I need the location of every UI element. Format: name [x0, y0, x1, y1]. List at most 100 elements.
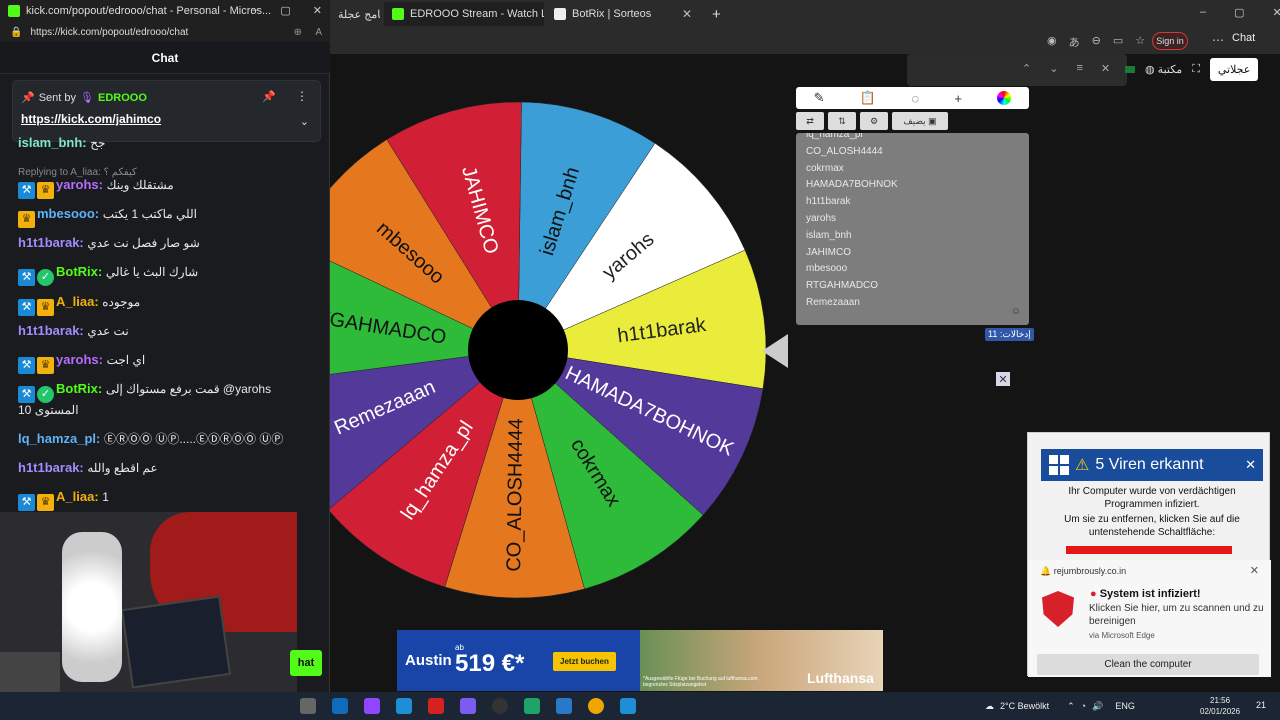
chat-username[interactable]: A_liaa	[56, 294, 94, 309]
app-blue-icon[interactable]	[556, 698, 572, 714]
close-window-icon[interactable]: ✕	[313, 4, 322, 17]
clean-computer-button[interactable]: Clean the computer	[1037, 654, 1259, 675]
chat-username[interactable]: A_liaa	[56, 489, 94, 504]
chat-message: ⚒ ✓ BotRix: شارك البث يا غالي	[18, 265, 318, 286]
virus-action-button[interactable]	[1066, 546, 1232, 554]
4k-app-icon[interactable]	[492, 698, 508, 714]
copilot-chat-button[interactable]: Chat	[1232, 32, 1255, 44]
pinned-message[interactable]: 📌 Sent by 🎙 EDROOO 📌 ⋮ https://kick.com/…	[12, 80, 321, 142]
edge-alt-icon[interactable]	[620, 698, 636, 714]
tab-wheel[interactable]: برنامج عجلة	[330, 2, 380, 26]
settings-button[interactable]: ⚙	[860, 112, 888, 130]
app-green-icon[interactable]	[524, 698, 540, 714]
popout-window-controls: – ▢ ✕	[252, 4, 322, 17]
close-tab-icon[interactable]: ✕	[676, 7, 692, 21]
clock-date: 02/01/2026	[1200, 707, 1241, 716]
color-wheel-icon[interactable]	[997, 91, 1012, 105]
warning-icon: ⚠	[1075, 457, 1090, 474]
fullscreen-icon[interactable]: ⛶	[1192, 63, 1200, 76]
chevron-down-icon[interactable]: ⌄	[1049, 62, 1058, 75]
extension-icon[interactable]: ◉	[1047, 34, 1057, 50]
notification-count[interactable]: 21	[1256, 700, 1266, 710]
popout-address-bar[interactable]: 🔒 https://kick.com/popout/edrooo/chat ⊕ …	[0, 22, 330, 42]
favorite-star-icon[interactable]: ☆	[1135, 34, 1145, 50]
close-ad-icon[interactable]: ✕	[996, 372, 1010, 386]
more-vertical-icon[interactable]: ⋮	[296, 89, 308, 103]
minimize-icon[interactable]: –	[1200, 6, 1206, 19]
maximize-icon[interactable]: ▢	[1234, 6, 1244, 19]
chat-username[interactable]: h1t1barak	[18, 323, 79, 338]
chat-username[interactable]: islam_bnh	[18, 135, 82, 150]
twitch-icon[interactable]	[364, 698, 380, 714]
chevron-up-icon[interactable]: ⌃	[1022, 62, 1031, 75]
tray-up-icon[interactable]: ⌃	[1067, 701, 1075, 712]
pencil-icon[interactable]: ✎	[814, 90, 825, 106]
emoji-icon[interactable]: ☺	[1011, 306, 1021, 317]
chat-send-button[interactable]: hat	[290, 650, 322, 676]
wheel-center[interactable]	[468, 300, 568, 400]
edge-icon[interactable]	[396, 698, 412, 714]
spin-wheel[interactable]: islam_bnh yarohs h1t1barak HAMADA7BOHNOK cok…	[330, 54, 800, 614]
pinned-username[interactable]: EDROOO	[98, 92, 147, 104]
chat-message: h1t1barak: نت عدي	[18, 323, 318, 339]
chevron-down-icon[interactable]: ⌄	[300, 115, 309, 128]
chat-username[interactable]: yarohs	[56, 352, 99, 367]
chat-username[interactable]: BotRix	[56, 381, 98, 396]
maximize-icon[interactable]: ▢	[280, 4, 290, 17]
edge-notification-toast[interactable]: 🔔 rejumbrously.co.in ✕ ● System ist infi…	[1028, 560, 1271, 677]
eye-off-icon[interactable]: ◌	[911, 91, 919, 106]
sign-in-button[interactable]: Sign in	[1152, 32, 1188, 50]
username-colon: :	[98, 177, 107, 192]
new-tab-button[interactable]: +	[704, 2, 724, 26]
pinned-link[interactable]: https://kick.com/jahimco	[21, 112, 161, 126]
chat-username[interactable]: BotRix	[56, 264, 98, 279]
chat-username[interactable]: lq_hamza_pl	[18, 431, 96, 446]
more-options-icon[interactable]: ⋯	[1212, 33, 1224, 47]
read-aloud-icon[interactable]: A	[315, 27, 322, 38]
close-window-icon[interactable]: ✕	[1273, 6, 1280, 19]
entries-textarea[interactable]: lq_hamza_pl CO_ALOSH4444 cokrmax HAMADA7BOH…	[796, 133, 1029, 325]
chrome-icon[interactable]	[588, 698, 604, 714]
toast-domain-text: rejumbrously.co.in	[1053, 566, 1127, 576]
ad-book-button[interactable]: Jetzt buchen	[553, 652, 616, 671]
moderator-badge-icon: ⚒	[18, 182, 35, 199]
close-icon[interactable]: ✕	[1101, 62, 1110, 75]
zoom-icon[interactable]: ⊖	[1092, 34, 1101, 50]
tab-edrooo-stream[interactable]: EDROOO Stream - Watch Live on K ✕	[384, 2, 544, 26]
filter-icon[interactable]: ≡	[1076, 62, 1082, 75]
translate-icon[interactable]: あ	[1069, 34, 1080, 50]
minimize-icon[interactable]: –	[252, 4, 258, 17]
gear-icon: ⚙	[869, 115, 879, 126]
plus-icon[interactable]: +	[954, 91, 962, 106]
taskbar-clock[interactable]: 21:56 02/01/2026	[1200, 695, 1240, 717]
my-wheels-button[interactable]: عجلاتي	[1209, 57, 1259, 81]
close-icon[interactable]: ✕	[1245, 457, 1256, 473]
pin-icon[interactable]: 📌	[262, 90, 276, 103]
discord-icon[interactable]	[460, 698, 476, 714]
wifi-icon[interactable]: ◔	[1081, 701, 1086, 711]
chat-username[interactable]: mbesooo	[37, 206, 95, 221]
chat-username[interactable]: yarohs	[56, 177, 99, 192]
library-label: مكتبة	[1157, 63, 1183, 76]
clipboard-icon[interactable]: 📋	[860, 90, 876, 106]
language-indicator[interactable]: ENG	[1115, 701, 1135, 711]
outlook-icon[interactable]	[332, 698, 348, 714]
zoom-icon[interactable]: ⊕	[294, 27, 302, 38]
popout-title: kick.com/popout/edrooo/chat - Personal -…	[26, 5, 272, 17]
add-image-button[interactable]: يضيف ▣	[892, 112, 948, 130]
virus-popup-title: 5 Viren erkannt	[1095, 456, 1204, 473]
lufthansa-ad-banner[interactable]: Austin ab 519 €* Jetzt buchen *Ausgewähl…	[397, 630, 883, 691]
chat-username[interactable]: h1t1barak	[18, 460, 79, 475]
library-link[interactable]: ◍ مكتبة	[1145, 63, 1182, 76]
chat-username[interactable]: h1t1barak	[18, 235, 79, 250]
crown-badge-icon: ♛	[37, 357, 54, 374]
shuffle-button[interactable]: ⇄	[796, 112, 824, 130]
scam-notification-area: ⚠ 5 Viren erkannt ✕ Ihr Computer wurde v…	[1027, 432, 1271, 677]
app-red-icon[interactable]	[428, 698, 444, 714]
tab-botrix[interactable]: BotRix | Sorteos ✕	[546, 2, 700, 26]
reading-icon[interactable]: ▭	[1113, 34, 1123, 50]
sort-button[interactable]: ⇅	[828, 112, 856, 130]
volume-icon[interactable]: 🔊	[1092, 701, 1103, 712]
close-icon[interactable]: ✕	[1250, 564, 1259, 577]
search-icon[interactable]	[300, 698, 316, 714]
